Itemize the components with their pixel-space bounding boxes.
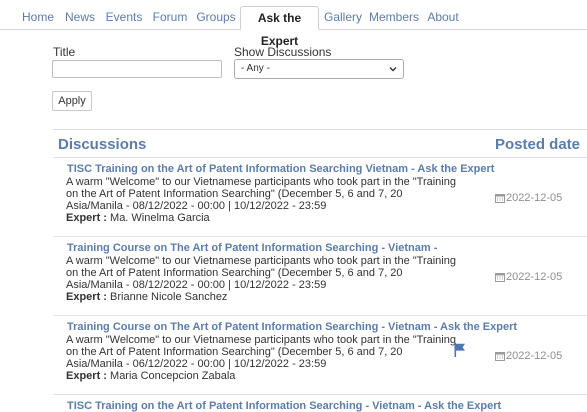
- main-nav-tabs: Home News Events Forum Groups Ask the Ex…: [0, 0, 587, 48]
- discussion-title-link[interactable]: Training Course on The Art of Patent Inf…: [67, 242, 437, 254]
- show-discussions-label: Show Discussions: [234, 45, 332, 59]
- table-top-divider: [53, 129, 587, 130]
- discussion-timeframe: Asia/Manila - 06/12/2022 - 00:00 | 10/12…: [66, 358, 327, 370]
- table-header-divider: [53, 157, 587, 158]
- tab-forum[interactable]: Forum: [150, 6, 190, 29]
- expert-name: Brianne Nicole Sanchez: [110, 291, 228, 303]
- discussion-description: A warm "Welcome" to our Vietnamese parti…: [66, 255, 456, 279]
- posted-date-value: 2022-12-05: [506, 271, 563, 283]
- tab-groups[interactable]: Groups: [194, 6, 238, 29]
- posted-date: 2022-12-05: [495, 271, 562, 283]
- discussions-column-header[interactable]: Discussions: [58, 136, 146, 153]
- discussion-title-link[interactable]: TISC Training on the Art of Patent Infor…: [67, 163, 494, 175]
- expert-label: Expert :: [66, 291, 107, 303]
- posted-date-value: 2022-12-05: [506, 350, 563, 362]
- discussion-description: A warm "Welcome" to our Vietnamese parti…: [66, 176, 456, 200]
- tab-ask-the-expert[interactable]: Ask the Expert: [240, 6, 319, 48]
- chevron-down-icon: [389, 67, 397, 72]
- discussion-expert: Expert : Brianne Nicole Sanchez: [66, 291, 227, 303]
- posted-date-value: 2022-12-05: [506, 192, 563, 204]
- discussion-expert: Expert : Maria Concepcion Zabala: [66, 370, 235, 382]
- tab-about[interactable]: About: [424, 6, 462, 29]
- calendar-icon: [495, 273, 505, 282]
- title-filter-label: Title: [53, 45, 76, 59]
- calendar-icon: [495, 194, 505, 203]
- row-divider: [53, 315, 587, 316]
- expert-label: Expert :: [66, 212, 107, 224]
- tab-events[interactable]: Events: [102, 6, 146, 29]
- tab-members[interactable]: Members: [368, 6, 420, 29]
- apply-button[interactable]: Apply: [52, 91, 92, 111]
- posted-date: 2022-12-05: [495, 350, 562, 362]
- expert-name: Maria Concepcion Zabala: [110, 370, 236, 382]
- row-divider: [53, 394, 587, 395]
- show-discussions-select[interactable]: - Any -: [234, 59, 404, 79]
- discussion-description: A warm "Welcome" to our Vietnamese parti…: [66, 334, 456, 358]
- expert-name: Ma. Winelma Garcia: [110, 212, 210, 224]
- tab-home[interactable]: Home: [17, 6, 59, 29]
- title-filter-input[interactable]: [52, 60, 222, 78]
- discussion-title-link[interactable]: Training Course on The Art of Patent Inf…: [67, 321, 517, 333]
- posted-date: 2022-12-05: [495, 192, 562, 204]
- posted-date-column-header[interactable]: Posted date: [495, 136, 580, 153]
- discussion-timeframe: Asia/Manila - 08/12/2022 - 00:00 | 10/12…: [66, 200, 327, 212]
- show-discussions-value: - Any -: [241, 63, 270, 74]
- tab-gallery[interactable]: Gallery: [322, 6, 364, 29]
- discussion-timeframe: Asia/Manila - 08/12/2022 - 00:00 | 10/12…: [66, 279, 327, 291]
- discussion-title-link[interactable]: TISC Training on the Art of Patent Infor…: [67, 400, 501, 412]
- flag-icon[interactable]: [454, 343, 466, 357]
- expert-label: Expert :: [66, 370, 107, 382]
- discussion-expert: Expert : Ma. Winelma Garcia: [66, 212, 210, 224]
- tab-news[interactable]: News: [61, 6, 99, 29]
- calendar-icon: [495, 352, 505, 361]
- row-divider: [53, 236, 587, 237]
